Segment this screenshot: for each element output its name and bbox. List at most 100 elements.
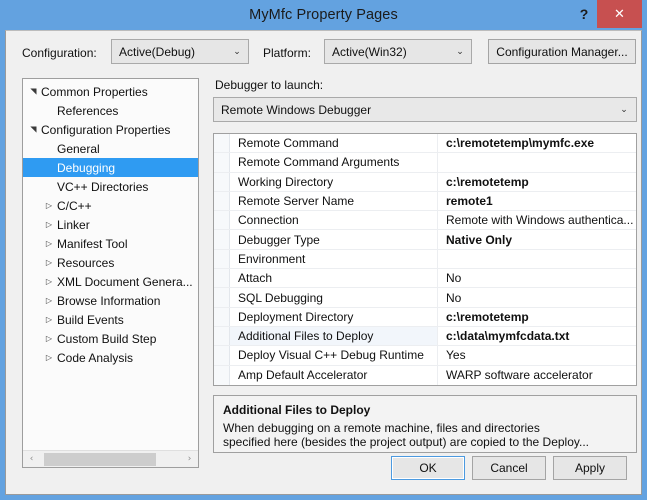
tree-item-label: Linker (57, 217, 90, 232)
dialog-client-area: Configuration: Active(Debug) ⌄ Platform:… (5, 30, 642, 495)
property-row[interactable]: Remote Command Arguments (214, 153, 636, 173)
configuration-manager-button[interactable]: Configuration Manager... (488, 39, 636, 64)
property-value[interactable]: c:\remotetemp (438, 308, 636, 326)
property-row[interactable]: Remote Server Name remote1 (214, 191, 636, 212)
property-value[interactable] (438, 250, 636, 268)
property-value[interactable]: c:\data\mymfcdata.txt (438, 327, 636, 345)
property-row[interactable]: Working Directory c:\remotetemp (214, 172, 636, 192)
chevron-down-icon: ⌄ (233, 46, 241, 57)
property-name: Remote Server Name (230, 191, 438, 211)
description-panel: Additional Files to Deploy When debuggin… (213, 394, 637, 453)
property-tree: ◢ Common Properties References ◢ Configurat… (23, 79, 198, 367)
collapsed-triangle-icon[interactable]: ▷ (43, 201, 55, 210)
tree-item-manifest-tool[interactable]: ▷ Manifest Tool (23, 234, 198, 253)
configuration-combo[interactable]: Active(Debug) ⌄ (111, 39, 249, 64)
apply-button[interactable]: Apply (553, 456, 627, 480)
property-value[interactable]: remote1 (438, 192, 636, 210)
ok-button[interactable]: OK (391, 456, 465, 480)
tree-item-common-properties[interactable]: ◢ Common Properties (23, 82, 198, 101)
window-title: MyMfc Property Pages (249, 7, 398, 23)
tree-item-label: Code Analysis (57, 350, 134, 365)
tree-item-label: Build Events (57, 312, 124, 327)
property-row-gutter (214, 172, 230, 191)
property-row[interactable]: Debugger Type Native Only (214, 230, 636, 250)
property-value[interactable]: c:\remotetemp\mymfc.exe (438, 134, 636, 152)
tree-item-linker[interactable]: ▷ Linker (23, 215, 198, 234)
property-name: Environment (230, 249, 438, 269)
help-icon[interactable]: ? (571, 0, 597, 28)
property-row[interactable]: SQL Debugging No (214, 288, 636, 308)
expanded-triangle-icon[interactable]: ◢ (29, 86, 38, 98)
tree-item-label: VC++ Directories (57, 179, 149, 194)
property-row[interactable]: Deploy Visual C++ Debug Runtime Yes (214, 346, 636, 366)
property-row[interactable]: Additional Files to Deploy c:\data\mymfcd… (214, 326, 636, 347)
debugger-to-launch-combo[interactable]: Remote Windows Debugger ⌄ (213, 97, 637, 122)
property-value[interactable]: No (438, 269, 636, 287)
property-value[interactable]: No (438, 288, 636, 306)
platform-label: Platform: (263, 46, 312, 60)
tree-item-resources[interactable]: ▷ Resources (23, 253, 198, 272)
property-name: Deploy Visual C++ Debug Runtime (230, 346, 438, 365)
cancel-button[interactable]: Cancel (472, 456, 546, 480)
tree-item-general[interactable]: General (23, 139, 198, 158)
property-value[interactable]: Native Only (438, 230, 636, 248)
chevron-down-icon: ⌄ (456, 46, 464, 57)
scroll-left-icon[interactable]: ‹ (23, 451, 40, 468)
collapsed-triangle-icon[interactable]: ▷ (43, 277, 55, 286)
scrollbar-thumb[interactable] (44, 452, 156, 466)
tree-item-label: Debugging (57, 160, 116, 175)
property-row-gutter (214, 307, 230, 326)
property-value[interactable]: Remote with Windows authentica... (438, 211, 636, 229)
property-grid[interactable]: Remote Command c:\remotetemp\mymfc.exe Rem… (213, 133, 637, 386)
property-row-gutter (214, 269, 230, 288)
property-value[interactable] (438, 153, 636, 171)
close-icon[interactable]: ✕ (597, 0, 642, 28)
platform-combo[interactable]: Active(Win32) ⌄ (324, 39, 472, 64)
property-row-gutter (214, 211, 230, 230)
collapsed-triangle-icon[interactable]: ▷ (43, 315, 55, 324)
caption-button-group: ? ✕ (571, 0, 642, 28)
tree-item-references[interactable]: References (23, 101, 198, 120)
tree-item-build-events[interactable]: ▷ Build Events (23, 310, 198, 329)
collapsed-triangle-icon[interactable]: ▷ (43, 220, 55, 229)
property-value[interactable]: c:\remotetemp (438, 173, 636, 191)
property-row-gutter (214, 326, 230, 346)
property-row[interactable]: Amp Default Accelerator WARP software acc… (214, 365, 636, 385)
property-row[interactable]: Attach No (214, 269, 636, 289)
property-value[interactable]: WARP software accelerator (438, 366, 636, 385)
collapsed-triangle-icon[interactable]: ▷ (43, 353, 55, 362)
property-row-gutter (214, 191, 230, 211)
tree-horizontal-scrollbar[interactable]: ‹ › (23, 450, 198, 467)
property-name: Connection (230, 211, 438, 230)
property-value[interactable]: Yes (438, 346, 636, 364)
tree-item-configuration-properties[interactable]: ◢ Configuration Properties (23, 120, 198, 139)
property-name: Attach (230, 269, 438, 288)
tree-item-c-c[interactable]: ▷ C/C++ (23, 196, 198, 215)
tree-item-code-analysis[interactable]: ▷ Code Analysis (23, 348, 198, 367)
property-row[interactable]: Remote Command c:\remotetemp\mymfc.exe (214, 134, 636, 154)
tree-item-debugging[interactable]: Debugging (23, 158, 198, 177)
scroll-right-icon[interactable]: › (181, 451, 198, 468)
tree-item-browse-information[interactable]: ▷ Browse Information (23, 291, 198, 310)
tree-item-custom-build-step[interactable]: ▷ Custom Build Step (23, 329, 198, 348)
debugger-to-launch-value: Remote Windows Debugger (221, 102, 372, 117)
collapsed-triangle-icon[interactable]: ▷ (43, 334, 55, 343)
property-row[interactable]: Environment (214, 249, 636, 270)
property-row[interactable]: Deployment Directory c:\remotetemp (214, 307, 636, 327)
property-row[interactable]: Connection Remote with Windows authentica… (214, 211, 636, 231)
tree-item-vc-directories[interactable]: VC++ Directories (23, 177, 198, 196)
collapsed-triangle-icon[interactable]: ▷ (43, 239, 55, 248)
platform-combo-value: Active(Win32) (332, 44, 407, 59)
tree-item-xml-document-genera[interactable]: ▷ XML Document Genera... (23, 272, 198, 291)
property-row-gutter (214, 346, 230, 365)
tree-item-label: XML Document Genera... (57, 274, 193, 289)
collapsed-triangle-icon[interactable]: ▷ (43, 258, 55, 267)
scrollbar-track[interactable] (40, 451, 181, 468)
dialog-button-group: OK Cancel Apply (391, 456, 627, 480)
collapsed-triangle-icon[interactable]: ▷ (43, 296, 55, 305)
expanded-triangle-icon[interactable]: ◢ (29, 124, 38, 136)
property-tree-panel[interactable]: ◢ Common Properties References ◢ Configurat… (22, 78, 199, 468)
property-name: Working Directory (230, 172, 438, 191)
